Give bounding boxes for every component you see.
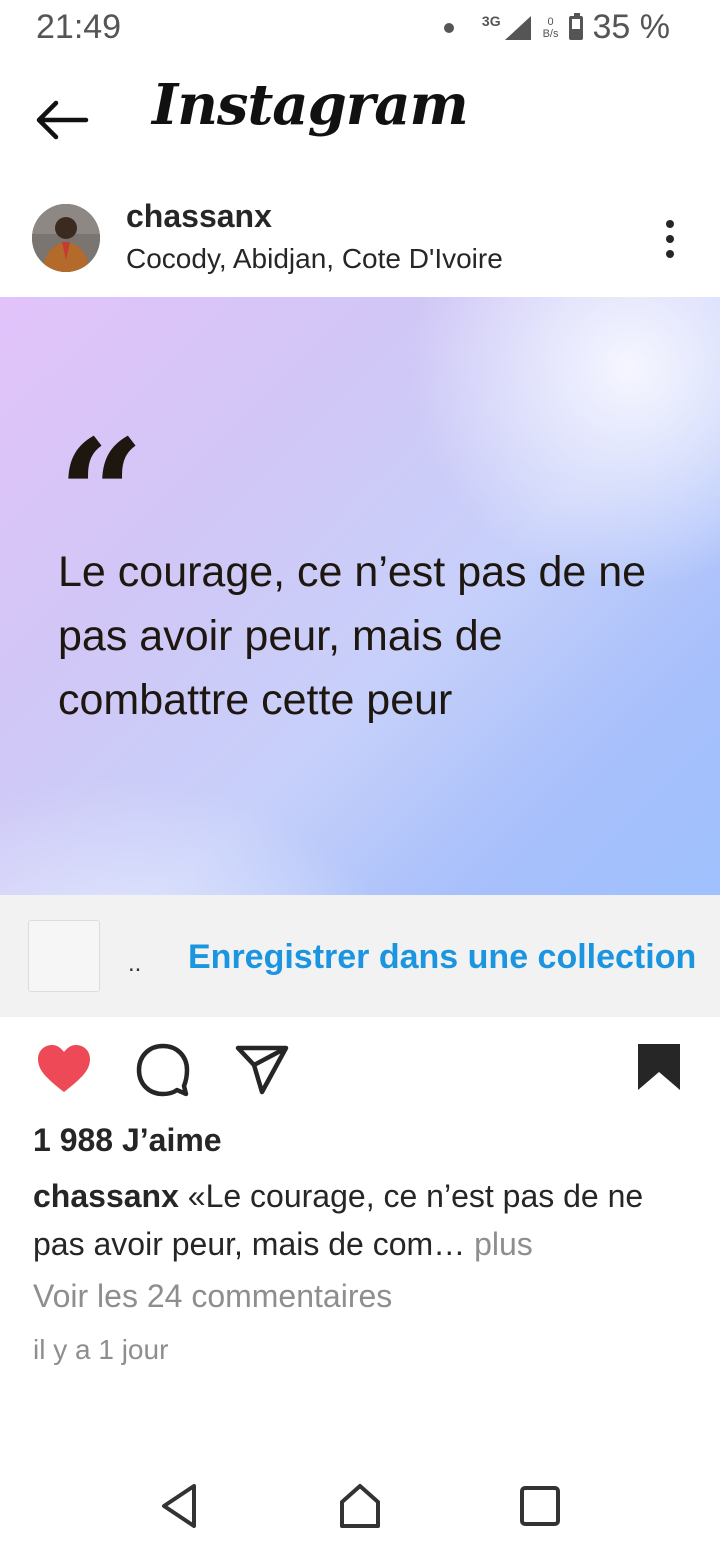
- like-button[interactable]: [34, 1040, 94, 1100]
- nav-home-icon: [340, 1484, 380, 1528]
- status-time: 21:49: [36, 8, 122, 46]
- nav-recent-apps-icon: [520, 1486, 560, 1526]
- comment-button[interactable]: [132, 1040, 192, 1100]
- post-location[interactable]: Cocody, Abidjan, Cote D'Ivoire: [126, 243, 503, 275]
- collection-thumbnail[interactable]: [28, 920, 100, 992]
- data-rate: 0 B/s: [543, 16, 559, 40]
- data-rate-value: 0: [547, 15, 554, 28]
- heart-filled-icon: [38, 1045, 90, 1092]
- nav-recent-apps-button[interactable]: [510, 1476, 570, 1536]
- avatar-image: [32, 204, 100, 272]
- post-username[interactable]: chassanx: [126, 198, 272, 235]
- app-logo: Instagram: [152, 72, 469, 138]
- send-icon: [235, 1045, 289, 1095]
- more-options-button[interactable]: [652, 218, 688, 260]
- notification-dot-icon: [443, 22, 454, 33]
- collection-dots: ..: [128, 950, 142, 977]
- avatar[interactable]: [32, 204, 100, 272]
- battery-level: 35 %: [592, 8, 671, 46]
- network-type: 3G: [481, 12, 501, 29]
- battery-icon: [568, 12, 583, 40]
- caption-more-link[interactable]: plus: [474, 1226, 533, 1262]
- view-comments-link[interactable]: Voir les 24 commentaires: [33, 1278, 392, 1315]
- status-indicators: 3G 0 B/s 35 %: [443, 8, 671, 47]
- share-button[interactable]: [232, 1040, 292, 1100]
- more-vertical-icon: [666, 220, 674, 258]
- data-rate-unit: B/s: [542, 27, 559, 40]
- post-timestamp: il y a 1 jour: [33, 1334, 169, 1365]
- caption-username[interactable]: chassanx: [33, 1178, 179, 1214]
- back-button[interactable]: [30, 92, 94, 148]
- save-button[interactable]: [630, 1040, 690, 1100]
- signal-icon: [504, 15, 531, 40]
- quote-text: Le courage, ce n’est pas de ne pas avoir…: [58, 548, 647, 724]
- bookmark-filled-icon: [638, 1044, 680, 1090]
- nav-back-button[interactable]: [150, 1476, 210, 1536]
- post-caption: chassanx «Le courage, ce n’est pas de ne…: [33, 1172, 673, 1268]
- comment-icon: [136, 1043, 190, 1097]
- arrow-left-icon: [36, 100, 89, 140]
- save-to-collection-link[interactable]: Enregistrer dans une collection: [188, 938, 696, 977]
- like-count[interactable]: 1 988 J’aime: [33, 1122, 222, 1159]
- nav-back-icon: [162, 1484, 196, 1528]
- nav-home-button[interactable]: [330, 1476, 390, 1536]
- signal-group: 3G: [482, 14, 533, 42]
